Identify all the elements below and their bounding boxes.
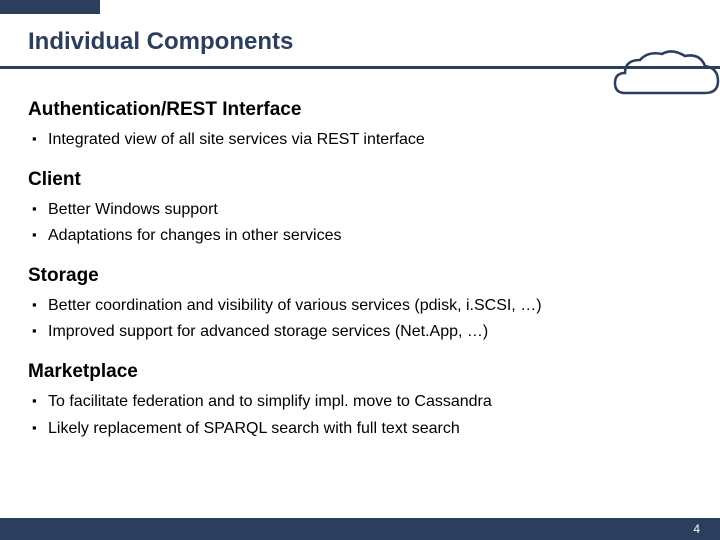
bullet-item: Improved support for advanced storage se…	[28, 321, 692, 343]
section-heading-auth: Authentication/REST Interface	[28, 99, 692, 121]
bullet-item: To facilitate federation and to simplify…	[28, 391, 692, 413]
bullet-item: Likely replacement of SPARQL search with…	[28, 418, 692, 440]
page-number: 4	[693, 522, 700, 536]
title-accent-bar	[0, 0, 100, 14]
bullet-item: Integrated view of all site services via…	[28, 129, 692, 151]
bullet-item: Better Windows support	[28, 199, 692, 221]
bullet-item: Adaptations for changes in other service…	[28, 225, 692, 247]
bullet-item: Better coordination and visibility of va…	[28, 295, 692, 317]
content-area: Authentication/REST Interface Integrated…	[0, 69, 720, 439]
section-heading-storage: Storage	[28, 265, 692, 287]
section-heading-marketplace: Marketplace	[28, 361, 692, 383]
cloud-icon	[610, 48, 720, 108]
section-heading-client: Client	[28, 169, 692, 191]
footer-bar: 4	[0, 518, 720, 540]
